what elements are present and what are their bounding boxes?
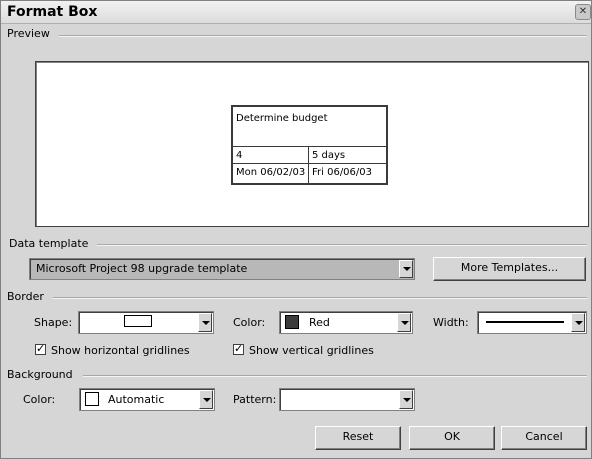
border-width-select[interactable]	[477, 311, 587, 334]
preview-pane: Determine budget 4 5 days Mon 06/02/03 F…	[35, 61, 589, 227]
close-icon[interactable]: ✕	[575, 4, 591, 20]
task-finish: Fri 06/06/03	[312, 167, 373, 178]
border-label: Border	[7, 290, 44, 303]
shape-label: Shape:	[34, 316, 73, 329]
chevron-down-icon[interactable]	[397, 313, 411, 332]
chevron-down-icon[interactable]	[198, 313, 212, 332]
background-label: Background	[7, 368, 73, 381]
data-template-select[interactable]: Microsoft Project 98 upgrade template	[29, 258, 415, 280]
dialog-title: Format Box	[7, 4, 98, 20]
chevron-down-icon[interactable]	[199, 390, 213, 409]
preview-label: Preview	[7, 27, 50, 40]
ok-button[interactable]: OK	[409, 426, 495, 450]
line-width-icon	[486, 321, 564, 323]
gridline-horizontal	[233, 146, 386, 147]
vertical-gridlines-label: Show vertical gridlines	[249, 344, 374, 357]
task-name: Determine budget	[236, 113, 328, 124]
cancel-button[interactable]: Cancel	[501, 426, 587, 450]
border-color-label: Color:	[233, 316, 266, 329]
background-divider	[83, 375, 587, 377]
shape-select[interactable]	[78, 311, 214, 334]
task-start: Mon 06/02/03	[236, 167, 306, 178]
task-duration: 5 days	[312, 150, 346, 161]
background-color-value: Automatic	[108, 393, 165, 406]
task-id: 4	[236, 150, 243, 161]
background-color-label: Color:	[23, 393, 56, 406]
border-color-value: Red	[309, 316, 330, 329]
background-color-select[interactable]: Automatic	[79, 388, 215, 411]
horizontal-gridlines-checkbox[interactable]	[35, 342, 46, 355]
reset-button[interactable]: Reset	[315, 426, 401, 450]
border-divider	[53, 297, 587, 299]
data-template-divider	[97, 244, 587, 246]
chevron-down-icon[interactable]	[571, 313, 585, 332]
color-swatch	[85, 392, 99, 406]
pattern-select[interactable]	[279, 388, 415, 411]
horizontal-gridlines-label: Show horizontal gridlines	[51, 344, 190, 357]
width-label: Width:	[433, 316, 469, 329]
more-templates-button[interactable]: More Templates...	[433, 257, 586, 281]
data-template-value: Microsoft Project 98 upgrade template	[36, 262, 248, 275]
border-color-select[interactable]: Red	[279, 311, 413, 334]
pattern-label: Pattern:	[233, 393, 277, 406]
chevron-down-icon[interactable]	[399, 390, 413, 409]
data-template-label: Data template	[9, 237, 89, 250]
rectangle-shape-icon	[124, 315, 152, 327]
task-box-preview: Determine budget 4 5 days Mon 06/02/03 F…	[231, 105, 388, 185]
chevron-down-icon[interactable]	[399, 260, 413, 278]
format-box-dialog: Format Box ✕ Preview Determine budget 4 …	[0, 0, 592, 459]
title-bar: Format Box ✕	[1, 1, 591, 24]
color-swatch	[285, 315, 299, 329]
gridline-horizontal	[233, 163, 386, 164]
preview-divider	[59, 35, 587, 37]
vertical-gridlines-checkbox[interactable]	[233, 342, 244, 355]
gridline-vertical	[308, 146, 309, 183]
